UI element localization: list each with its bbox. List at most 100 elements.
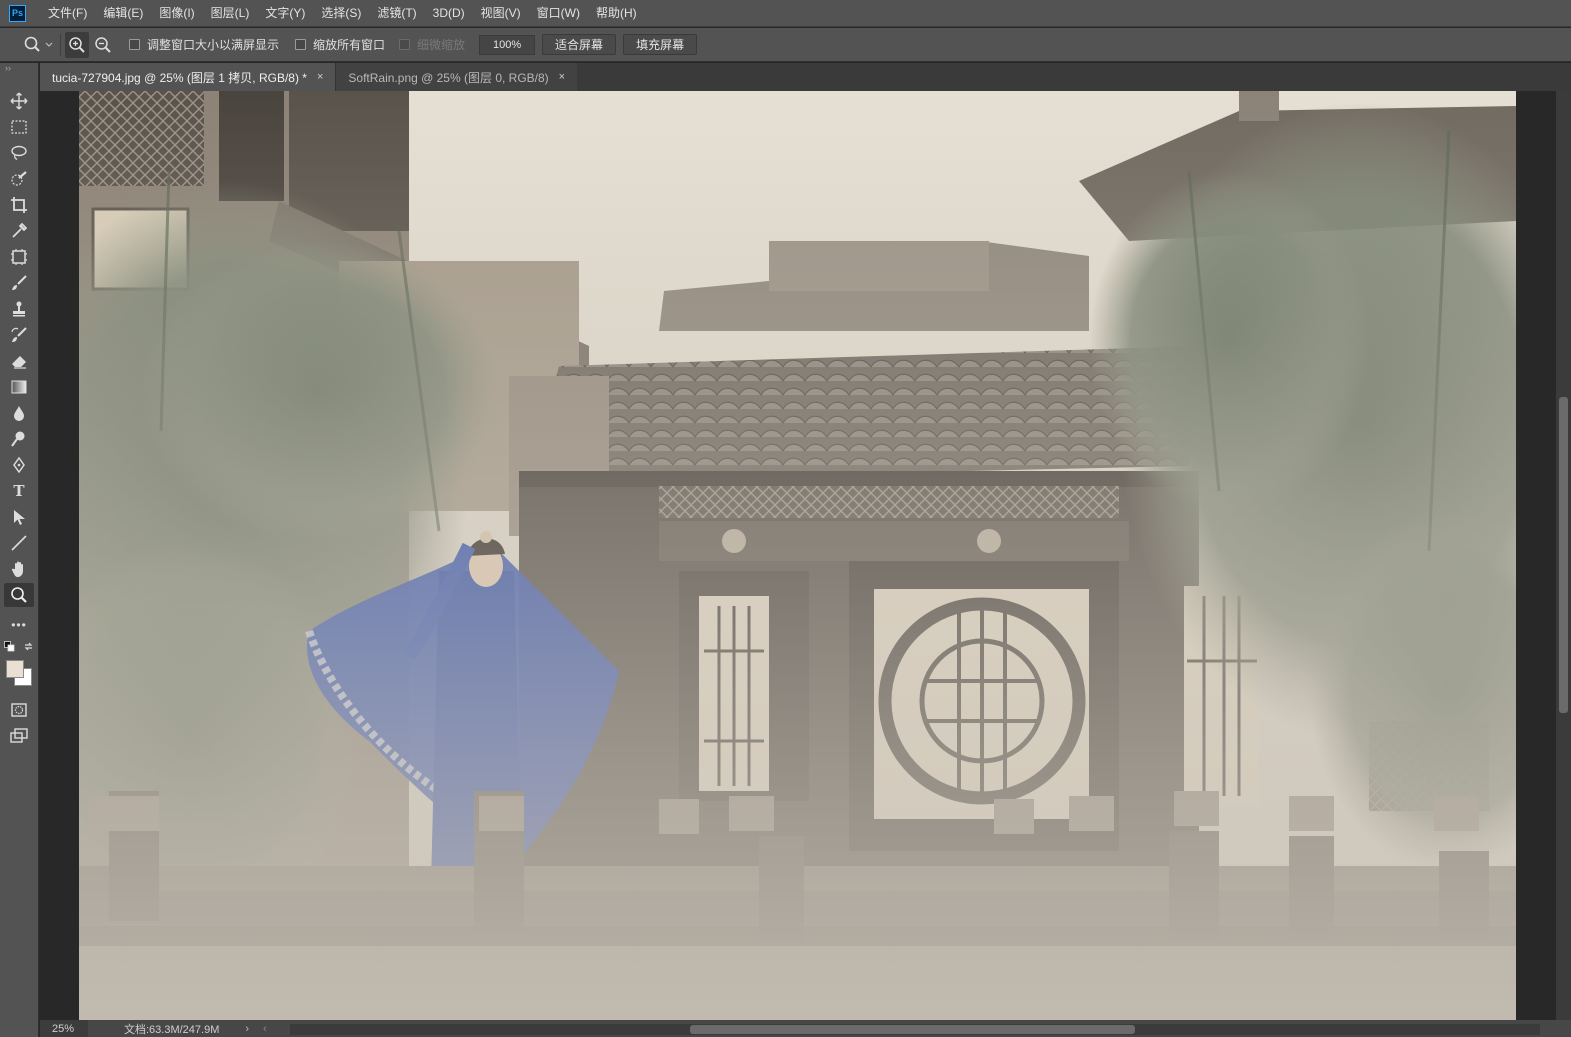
default-colors-icon[interactable] [4,641,15,652]
toolbox-collapse-icon[interactable]: ›› [0,63,38,75]
zoom-all-windows-checkbox[interactable]: 缩放所有窗口 [295,36,385,53]
screen-mode-icon [10,728,28,743]
zoom-in-button[interactable] [65,31,89,58]
eraser-tool[interactable] [4,349,34,373]
zoom-tool[interactable] [4,583,34,607]
path-select-icon [14,510,25,525]
type-tool[interactable]: T [4,479,34,503]
menu-image[interactable]: 图像(I) [151,0,202,27]
frame-tool[interactable] [4,245,34,269]
foreground-color-swatch[interactable] [6,660,24,678]
menu-view[interactable]: 视图(V) [473,0,529,27]
tool-preset-picker[interactable] [20,32,56,58]
dodge-icon [11,431,25,447]
zoom-tool-icon [24,36,53,52]
tab-tucia[interactable]: tucia-727904.jpg @ 25% (图层 1 拷贝, RGB/8) … [40,63,336,91]
path-select-tool[interactable] [4,505,34,529]
zoom-out-icon [95,36,111,53]
zoom-icon [11,587,27,603]
horizontal-scrollbar[interactable] [290,1024,1540,1035]
horizontal-scroll-thumb[interactable] [690,1025,1135,1034]
hand-tool[interactable] [4,557,34,581]
hand-icon [11,561,23,577]
vertical-scroll-thumb[interactable] [1559,397,1568,713]
menu-window[interactable]: 窗口(W) [529,0,588,27]
menu-bar: Ps 文件(F) 编辑(E) 图像(I) 图层(L) 文字(Y) 选择(S) 滤… [0,0,1571,27]
pen-tool[interactable] [4,453,34,477]
lasso-icon [11,145,27,161]
status-menu-icon[interactable]: › [245,1023,249,1035]
line-icon [11,535,27,551]
gradient-icon [11,380,27,394]
zoom-percent-field[interactable]: 100% [479,34,536,55]
menu-edit[interactable]: 编辑(E) [95,0,151,27]
menu-type[interactable]: 文字(Y) [257,0,313,27]
eyedropper-tool[interactable] [4,219,34,243]
quick-select-tool[interactable] [4,167,34,191]
move-tool[interactable] [4,89,34,113]
ps-logo: Ps [9,4,26,22]
quick-select-icon [11,171,27,186]
blur-tool[interactable] [4,401,34,425]
stamp-icon [13,301,25,317]
tab-softrain[interactable]: SoftRain.png @ 25% (图层 0, RGB/8) × [335,63,578,91]
menu-help[interactable]: 帮助(H) [588,0,645,27]
zoom-level-field[interactable]: 25% [40,1020,88,1037]
more-icon: ••• [11,618,27,632]
history-brush-tool[interactable] [4,323,34,347]
eyedropper-icon [12,222,28,238]
document-image[interactable] [79,91,1516,1020]
photo-illustration [79,91,1516,1020]
line-tool[interactable] [4,531,34,555]
menu-select[interactable]: 选择(S) [313,0,369,27]
zoom-out-button[interactable] [91,32,115,58]
checkbox-box [399,39,411,50]
screen-mode-button[interactable] [4,724,34,748]
scroll-left-icon[interactable]: ‹ [263,1023,267,1035]
options-bar: 调整窗口大小以满屏显示 缩放所有窗口 细微缩放 100% 适合屏幕 填充屏幕 [0,28,1571,62]
lasso-tool[interactable] [4,141,34,165]
quick-mask-icon [11,703,27,717]
toolbox: ›› T ••• [0,63,39,1037]
photoshop-window: Ps 文件(F) 编辑(E) 图像(I) 图层(L) 文字(Y) 选择(S) 滤… [0,0,1571,1037]
document-tabs: tucia-727904.jpg @ 25% (图层 1 拷贝, RGB/8) … [40,63,1571,91]
close-icon[interactable]: × [559,71,565,83]
checkbox-box[interactable] [129,39,140,50]
stamp-tool[interactable] [4,297,34,321]
brush-tool[interactable] [4,271,34,295]
zoom-in-icon [69,36,85,53]
resize-windows-checkbox[interactable]: 调整窗口大小以满屏显示 [129,36,279,53]
dodge-tool[interactable] [4,427,34,451]
history-brush-icon [11,327,27,342]
gradient-tool[interactable] [4,375,34,399]
fit-screen-button[interactable]: 适合屏幕 [542,34,617,55]
crop-tool[interactable] [4,193,34,217]
eraser-icon [12,356,26,369]
checkbox-box[interactable] [295,39,307,50]
quick-mask-button[interactable] [4,698,34,722]
type-icon: T [13,482,25,500]
move-icon [10,92,28,110]
vertical-scrollbar[interactable] [1556,91,1571,1020]
menu-3d[interactable]: 3D(D) [425,0,473,27]
close-icon[interactable]: × [317,71,323,83]
brush-icon [12,275,27,290]
canvas-area[interactable] [40,91,1556,1020]
document-size: 文档:63.3M/247.9M [124,1023,220,1036]
tab-label: tucia-727904.jpg @ 25% (图层 1 拷贝, RGB/8) … [52,70,307,85]
swap-colors-icon[interactable] [23,641,34,652]
zoom-all-windows-label: 缩放所有窗口 [313,38,386,52]
marquee-tool[interactable] [4,115,34,139]
fill-screen-button[interactable]: 填充屏幕 [623,34,698,55]
more-tools[interactable]: ••• [4,613,34,637]
scrubby-zoom-label: 细微缩放 [417,38,466,52]
marquee-icon [11,120,27,134]
menu-layer[interactable]: 图层(L) [203,0,258,27]
blur-icon [14,406,24,421]
menu-filter[interactable]: 滤镜(T) [369,0,424,27]
frame-icon [11,249,27,265]
menu-file[interactable]: 文件(F) [40,0,95,27]
scrubby-zoom-checkbox: 细微缩放 [399,36,465,53]
resize-windows-label: 调整窗口大小以满屏显示 [147,38,280,52]
color-controls [4,641,34,652]
